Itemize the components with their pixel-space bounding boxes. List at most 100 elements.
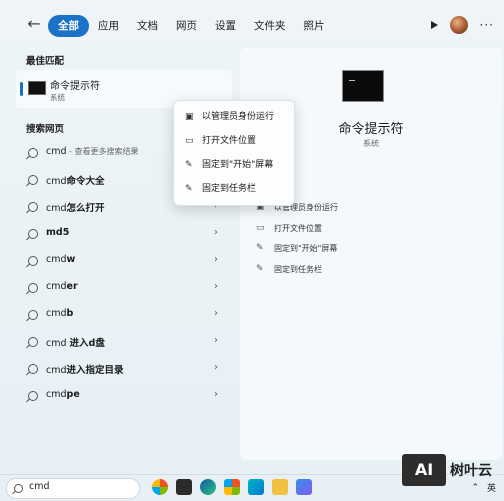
web-result[interactable]: cmdw ›	[16, 249, 232, 275]
best-match-name: 命令提示符	[50, 81, 100, 92]
action-label: 固定到"开始"屏幕	[274, 244, 338, 253]
ctx-run-as-admin[interactable]: ▣ 以管理员身份运行	[174, 105, 294, 129]
result-label: cmd - 查看更多搜索结果	[46, 146, 139, 157]
search-icon	[28, 310, 38, 320]
web-result[interactable]: md5 ›	[16, 222, 232, 248]
folder-icon: ▭	[185, 136, 194, 146]
result-bold: 怎么打开	[66, 203, 105, 214]
result-label: cmdb	[46, 308, 73, 319]
search-icon	[14, 484, 23, 493]
taskbar-apps	[152, 479, 312, 495]
taskbar-search-input[interactable]: cmd	[29, 481, 50, 492]
search-icon	[28, 283, 38, 293]
avatar[interactable]	[449, 16, 468, 34]
action-label: 打开文件位置	[274, 223, 322, 233]
search-icon	[28, 337, 38, 347]
result-label: cmd进入指定目录	[46, 362, 124, 376]
result-label: cmd 进入d盘	[46, 335, 105, 349]
store-icon[interactable]	[224, 479, 240, 495]
context-menu: ▣ 以管理员身份运行 ▭ 打开文件位置 ✎ 固定到"开始"屏幕 ✎ 固定到任务栏	[173, 100, 295, 206]
ctx-label: 固定到"开始"屏幕	[202, 160, 274, 170]
watermark-logo: AI	[402, 454, 446, 486]
ctx-pin-to-start[interactable]: ✎ 固定到"开始"屏幕	[174, 153, 294, 177]
ctx-label: 打开文件位置	[202, 136, 257, 146]
ctx-label: 固定到任务栏	[202, 184, 257, 194]
result-text: cmd	[46, 146, 67, 157]
tab-web[interactable]: 网页	[167, 15, 206, 37]
result-label: cmd命令大全	[46, 173, 105, 187]
result-bold: er	[66, 281, 78, 292]
tab-settings[interactable]: 设置	[206, 15, 245, 37]
tab-photos[interactable]: 照片	[295, 15, 334, 37]
chevron-right-icon: ›	[214, 308, 218, 319]
taskbar-search-box[interactable]: cmd	[6, 478, 140, 499]
tab-folders[interactable]: 文件夹	[245, 15, 295, 37]
play-icon[interactable]	[430, 21, 438, 29]
tab-all[interactable]: 全部	[48, 15, 89, 37]
file-explorer-icon[interactable]	[272, 479, 288, 495]
result-text: cmd	[46, 281, 67, 292]
result-label: md5	[46, 227, 69, 238]
result-text: cmd	[46, 308, 67, 319]
ctx-open-file-location[interactable]: ▭ 打开文件位置	[174, 129, 294, 153]
result-text: cmd	[46, 203, 67, 214]
selection-indicator	[20, 82, 23, 96]
pin-icon: ✎	[185, 160, 193, 170]
shield-window-icon: ▣	[185, 112, 194, 122]
preview-actions: ▣ 以管理员身份运行 ▭ 打开文件位置 ✎ 固定到"开始"屏幕 ✎ 固定到任务栏	[254, 198, 338, 280]
pin-icon: ✎	[256, 263, 264, 274]
web-result[interactable]: cmd 进入d盘 ›	[16, 330, 232, 356]
search-icon	[28, 175, 38, 185]
chevron-right-icon: ›	[214, 227, 218, 238]
tab-documents[interactable]: 文档	[128, 15, 167, 37]
search-icon	[28, 202, 38, 212]
result-bold: pe	[66, 389, 80, 400]
best-match-title: 最佳匹配	[26, 56, 65, 67]
result-label: cmdpe	[46, 389, 80, 400]
result-text: cmd	[46, 338, 70, 349]
web-search-title: 搜索网页	[26, 124, 65, 135]
open-file-location-action[interactable]: ▭ 打开文件位置	[254, 219, 338, 240]
command-prompt-icon	[28, 81, 46, 95]
result-text: cmd	[46, 365, 67, 376]
result-bold: b	[66, 308, 74, 319]
pin-to-taskbar-action[interactable]: ✎ 固定到任务栏	[254, 260, 338, 281]
chevron-right-icon: ›	[214, 335, 218, 346]
best-match-sub: 系统	[50, 93, 65, 102]
result-text: cmd	[46, 176, 67, 187]
top-right-controls: ···	[430, 14, 494, 36]
result-text: cmd	[46, 254, 67, 265]
search-icon	[28, 148, 38, 158]
edge-icon[interactable]	[200, 479, 216, 495]
back-arrow-icon[interactable]: ←	[24, 14, 44, 34]
watermark: AI 树叶云	[402, 452, 502, 488]
copilot-icon[interactable]	[152, 479, 168, 495]
top-bar: ← 全部 应用 文档 网页 设置 文件夹 照片 ···	[0, 0, 504, 48]
chevron-right-icon: ›	[214, 389, 218, 400]
ctx-pin-to-taskbar[interactable]: ✎ 固定到任务栏	[174, 177, 294, 201]
watermark-text: 树叶云	[450, 463, 492, 479]
ctx-label: 以管理员身份运行	[202, 112, 275, 122]
search-icon	[28, 391, 38, 401]
search-icon	[28, 256, 38, 266]
result-label: cmder	[46, 281, 78, 292]
app-icon[interactable]	[296, 479, 312, 495]
result-label: cmd怎么打开	[46, 200, 105, 214]
pin-to-start-action[interactable]: ✎ 固定到"开始"屏幕	[254, 239, 338, 260]
web-result[interactable]: cmder ›	[16, 276, 232, 302]
web-result[interactable]: cmdb ›	[16, 303, 232, 329]
tab-apps[interactable]: 应用	[89, 15, 128, 37]
terminal-icon[interactable]	[176, 479, 192, 495]
pin-icon: ✎	[256, 243, 264, 253]
chevron-right-icon: ›	[214, 281, 218, 292]
more-icon[interactable]: ···	[480, 18, 494, 32]
pin-icon: ✎	[185, 184, 193, 194]
web-result[interactable]: cmdpe ›	[16, 384, 232, 410]
result-hint: - 查看更多搜索结果	[66, 147, 139, 156]
chevron-right-icon: ›	[214, 254, 218, 265]
web-result[interactable]: cmd进入指定目录 ›	[16, 357, 232, 383]
chevron-right-icon: ›	[214, 362, 218, 373]
app-icon[interactable]	[248, 479, 264, 495]
result-text: cmd	[46, 389, 67, 400]
result-bold: md5	[46, 227, 70, 238]
